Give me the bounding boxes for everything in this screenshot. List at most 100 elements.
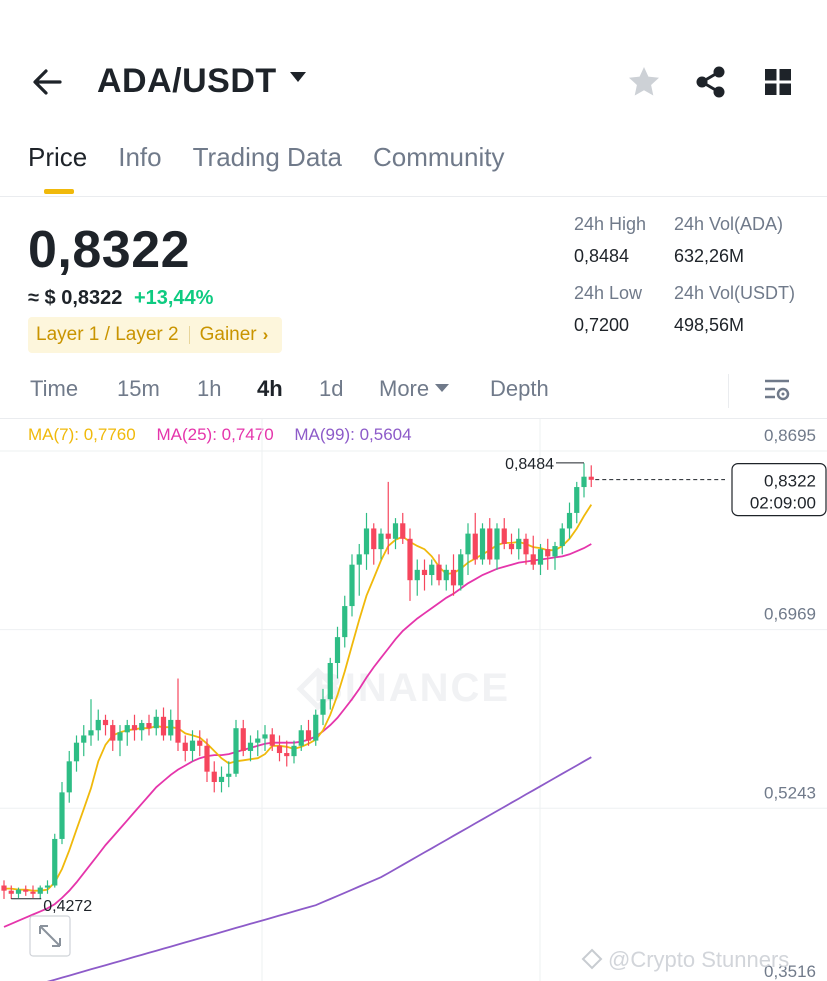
ma99-line (47, 756, 592, 981)
interval-more-label: More (379, 376, 430, 401)
grid-icon[interactable] (762, 66, 794, 98)
candle-body (574, 487, 580, 513)
price-change: +13,44% (133, 287, 214, 309)
candle-body (450, 569, 457, 586)
candle-body (363, 528, 370, 555)
candle-body (73, 742, 80, 762)
category-tag[interactable]: Layer 1 / Layer 2 Gainer › (28, 317, 283, 353)
interval-1d[interactable]: 1d (319, 376, 343, 402)
candle-body (44, 885, 51, 888)
countdown-label: 02:09:00 (750, 494, 816, 513)
tab-info[interactable]: Info (118, 142, 161, 194)
candle-body (102, 719, 109, 726)
back-arrow-icon[interactable] (30, 64, 66, 100)
usd-price: 0,8322 (61, 287, 123, 309)
pair-dropdown-icon[interactable] (290, 72, 306, 82)
candle-body (392, 523, 399, 539)
pair-title[interactable]: ADA/USDT (97, 62, 277, 101)
tag-layer[interactable]: Layer 1 / Layer 2 (36, 324, 179, 346)
watermark-text: BINANCE (314, 666, 510, 710)
tag-gainer[interactable]: Gainer (200, 324, 257, 346)
candle-body (465, 533, 471, 555)
interval-4h[interactable]: 4h (257, 376, 283, 402)
last-price-label: 0,8322 (764, 472, 816, 491)
candle-body (313, 714, 319, 741)
candle-body (371, 528, 377, 550)
tab-price[interactable]: Price (28, 142, 87, 194)
candle-body (117, 732, 123, 741)
tag-separator (188, 326, 190, 344)
candle-body (516, 538, 522, 550)
candle-body (342, 606, 348, 638)
candle-body (8, 890, 14, 894)
chart-settings-button[interactable] (728, 374, 794, 408)
candle-body (59, 792, 65, 839)
candle-body (421, 569, 428, 576)
candle-body (545, 549, 551, 557)
y-tick-label: 0,5243 (764, 783, 816, 802)
interval-depth[interactable]: Depth (490, 376, 549, 402)
candle-body (523, 538, 529, 555)
candle-body (37, 887, 43, 894)
tab-community[interactable]: Community (373, 142, 504, 194)
candle-body (15, 889, 22, 894)
app-header: ADA/USDT (0, 52, 827, 112)
candle-body (23, 889, 29, 892)
candle-body (153, 716, 159, 729)
stat-high: 24h High 0,8484 (574, 214, 646, 267)
candle-body (443, 569, 449, 581)
candle-body (146, 723, 152, 729)
candle-body (204, 745, 210, 772)
candle-body (501, 528, 507, 544)
candle-body (218, 776, 225, 783)
interval-more[interactable]: More (379, 376, 450, 402)
candle-body (494, 528, 500, 560)
candle-body (385, 533, 391, 539)
section-tabs: Price Info Trading Data Community (28, 142, 535, 198)
candle-body (124, 725, 130, 733)
interval-1h[interactable]: 1h (197, 376, 221, 402)
chevron-right-icon: › (262, 325, 269, 344)
usd-prefix: ≈ $ (28, 287, 56, 309)
share-icon[interactable] (693, 64, 729, 100)
y-tick-label: 0,6969 (764, 605, 816, 624)
interval-time[interactable]: Time (30, 376, 78, 402)
interval-15m[interactable]: 15m (117, 376, 160, 402)
candle-body (566, 512, 573, 529)
stat-high-label: 24h High (574, 214, 647, 234)
candle-body (284, 753, 290, 757)
candle-body (559, 528, 565, 547)
candle-body (479, 528, 486, 560)
candle-body (160, 716, 167, 736)
candle-body (356, 554, 362, 565)
candle-body (429, 564, 435, 576)
candle-body (175, 719, 181, 743)
candle-body (81, 735, 87, 743)
candle-body (400, 523, 406, 539)
candle-body (537, 549, 544, 565)
stat-low: 24h Low 0,7200 (574, 283, 642, 336)
candle-body (197, 740, 203, 746)
candle-body (52, 838, 58, 886)
tab-trading-data[interactable]: Trading Data (193, 142, 342, 194)
candle-body (189, 740, 196, 751)
star-icon[interactable] (626, 64, 662, 100)
candle-body (95, 719, 101, 731)
candle-body (269, 734, 275, 746)
stat-low-value: 0,7200 (574, 315, 630, 335)
stat-vol-usdt-label: 24h Vol(USDT) (674, 283, 796, 303)
candle-body (472, 533, 478, 560)
candlestick-chart[interactable]: 0,86950,69690,52430,3516BINANCE0,84840,4… (0, 419, 827, 981)
credit-logo-icon (581, 948, 603, 970)
candle-body (182, 742, 188, 751)
caret-down-icon (435, 384, 450, 392)
tabs-divider (0, 196, 827, 197)
stat-vol-usdt: 24h Vol(USDT) 498,56M (674, 283, 795, 336)
candle-body (305, 730, 312, 741)
candle-body (530, 554, 536, 565)
candle-body (1, 885, 7, 891)
candle-body (247, 742, 254, 751)
usd-price-line: ≈ $ 0,8322 +13,44% (28, 287, 213, 310)
candle-body (131, 725, 138, 731)
candle-body (588, 476, 594, 480)
